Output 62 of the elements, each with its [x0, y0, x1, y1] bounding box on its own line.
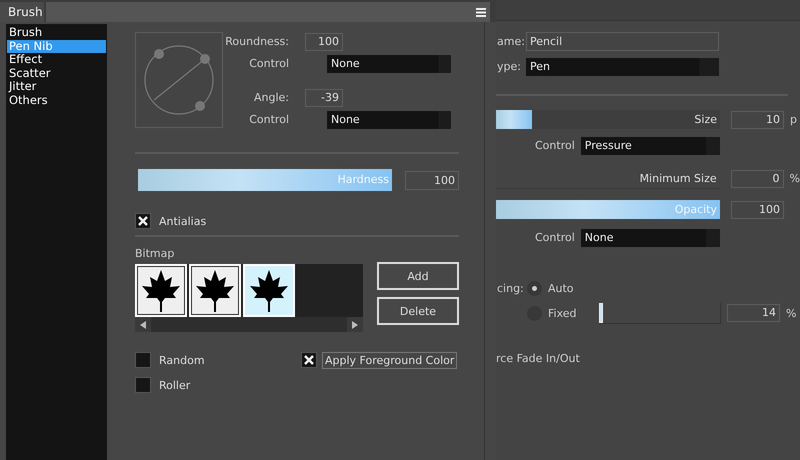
category-item[interactable]: Jitter: [7, 80, 106, 94]
size-label: Size: [694, 112, 717, 128]
scroll-right-button[interactable]: [347, 317, 363, 332]
radio-label: Fixed: [548, 306, 578, 320]
hardness-label: Hardness: [337, 172, 389, 188]
spacing-label: cing:: [496, 281, 521, 297]
bitmap-label: Bitmap: [135, 247, 176, 260]
radio-label: Auto: [548, 282, 575, 294]
control-label: Control: [248, 113, 289, 126]
type-dropdown[interactable]: Pen: [526, 58, 719, 76]
checkbox[interactable]: [301, 352, 317, 368]
scroll-left-button[interactable]: [135, 317, 151, 332]
checkbox[interactable]: [135, 352, 151, 368]
radio-button[interactable]: [527, 280, 542, 296]
size-field[interactable]: 10: [731, 110, 784, 128]
bitmap-thumbnail[interactable]: [135, 264, 187, 317]
control-label: Control: [535, 231, 575, 244]
bitmap-thumbnail[interactable]: [189, 264, 241, 317]
category-item[interactable]: Brush: [7, 26, 106, 40]
control-dropdown[interactable]: None: [327, 110, 451, 128]
minimum-size-label: Minimum Size: [640, 170, 717, 186]
name-field[interactable]: Pencil: [526, 32, 719, 51]
size-slider[interactable]: Size: [496, 110, 720, 129]
leaf-icon: [249, 268, 289, 312]
category-item[interactable]: Scatter: [7, 66, 106, 80]
control-dropdown[interactable]: Pressure: [580, 136, 720, 154]
unit-label: %: [790, 172, 800, 185]
panel-tab[interactable]: Brush: [0, 2, 44, 22]
right-triangle-icon: [352, 320, 358, 328]
add-button[interactable]: Add: [377, 262, 459, 290]
roundness-label: Roundness:: [224, 35, 289, 48]
checkbox-label: Apply Foreground Color: [322, 352, 458, 368]
unit-label: p: [790, 113, 797, 126]
checkbox-label: Antialias: [158, 214, 208, 230]
category-item[interactable]: Others: [7, 94, 106, 107]
delete-button[interactable]: Delete: [377, 297, 459, 325]
control-dropdown[interactable]: None: [327, 54, 451, 72]
leaf-icon: [141, 268, 181, 312]
type-label: ype:: [496, 60, 521, 73]
unit-label: %: [786, 306, 796, 320]
minimum-size-field[interactable]: 0: [730, 170, 784, 188]
control-dropdown[interactable]: None: [580, 228, 720, 246]
opacity-field[interactable]: 100: [731, 200, 784, 218]
angle-label: Angle:: [252, 91, 289, 104]
spacing-slider[interactable]: [599, 302, 721, 324]
menu-icon[interactable]: [476, 8, 486, 16]
category-item[interactable]: Effect: [7, 53, 106, 66]
spacing-field[interactable]: 14: [727, 304, 780, 322]
hardness-field[interactable]: 100: [405, 170, 459, 190]
left-triangle-icon: [140, 320, 146, 328]
control-label: Control: [535, 139, 575, 152]
leaf-icon: [195, 268, 235, 312]
checkbox[interactable]: [135, 377, 151, 393]
roundness-field[interactable]: 100: [305, 32, 343, 50]
fade-option-label: rce Fade In/Out: [496, 352, 581, 365]
opacity-label: Opacity: [674, 202, 717, 218]
control-label: Control: [248, 57, 289, 70]
checkbox-label: Roller: [158, 378, 192, 394]
checkbox-label: Random: [158, 352, 206, 368]
bitmap-thumbnail[interactable]: [243, 264, 295, 317]
angle-field[interactable]: -39: [305, 88, 343, 106]
checkbox[interactable]: [135, 213, 151, 229]
